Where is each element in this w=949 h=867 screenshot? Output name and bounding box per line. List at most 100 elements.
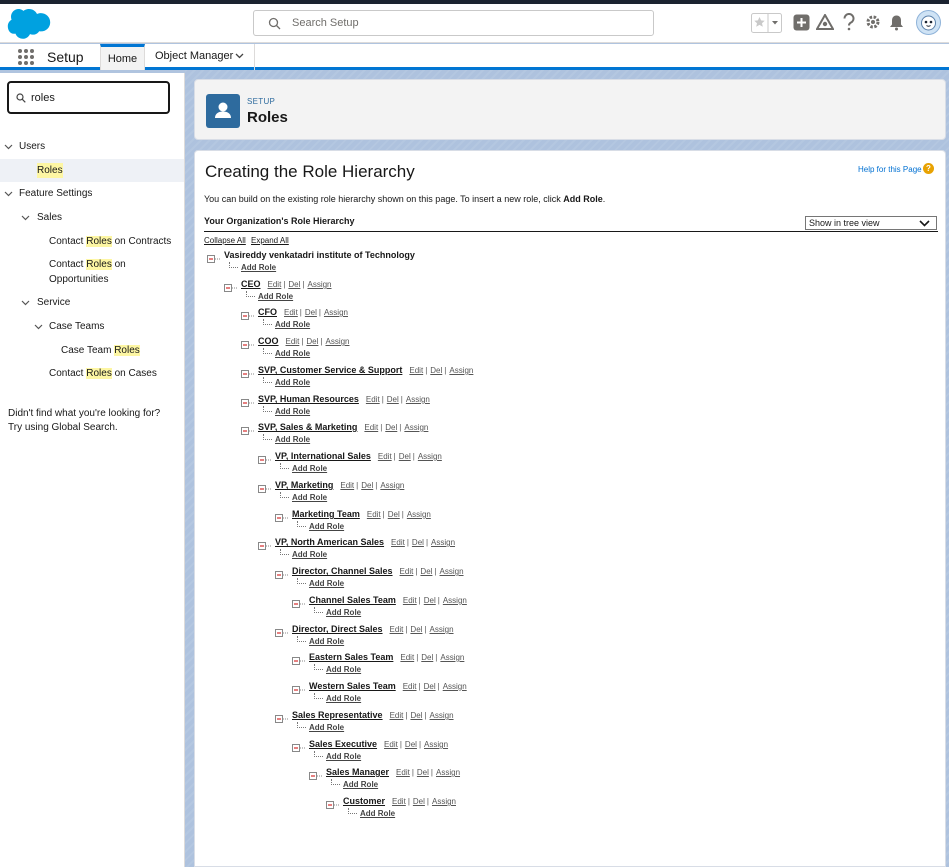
role-name-link[interactable]: Customer [343,796,385,806]
role-name-link[interactable]: Director, Channel Sales [292,566,393,576]
add-role-link[interactable]: Add Role [326,608,361,617]
add-role-link[interactable]: Add Role [275,349,310,358]
edit-link[interactable]: Edit [400,653,414,662]
collapse-toggle-icon[interactable] [275,710,289,723]
chevron-down-icon[interactable] [34,324,43,330]
assign-link[interactable]: Assign [418,452,442,461]
tab-object-manager[interactable]: Object Manager [146,44,255,70]
assign-link[interactable]: Assign [307,280,331,289]
collapse-toggle-icon[interactable] [309,767,323,780]
chevron-down-icon[interactable] [4,191,13,197]
sidebar-item-case-team-roles[interactable]: Case Team Roles [61,343,140,358]
role-name-link[interactable]: CFO [258,307,277,317]
role-name-link[interactable]: SVP, Sales & Marketing [258,422,357,432]
help-icon[interactable] [842,13,856,31]
edit-link[interactable]: Edit [384,740,398,749]
add-role-link[interactable]: Add Role [326,694,361,703]
role-name-link[interactable]: Western Sales Team [309,681,396,691]
del-link[interactable]: Del [306,337,318,346]
edit-link[interactable]: Edit [364,423,378,432]
collapse-toggle-icon[interactable] [241,394,255,407]
sidebar-item-contact-roles-cases[interactable]: Contact Roles on Cases [49,366,157,381]
assign-link[interactable]: Assign [431,538,455,547]
assign-link[interactable]: Assign [443,682,467,691]
sidebar-item-sales[interactable]: Sales [37,210,62,225]
collapse-toggle-icon[interactable] [275,509,289,522]
add-role-link[interactable]: Add Role [292,493,327,502]
add-role-link[interactable]: Add Role [292,464,327,473]
assign-link[interactable]: Assign [440,653,464,662]
role-name-link[interactable]: Marketing Team [292,509,360,519]
salesforce-logo-icon[interactable] [7,9,51,40]
collapse-toggle-icon[interactable] [241,336,255,349]
chevron-down-icon[interactable] [21,300,30,306]
help-question-icon[interactable]: ? [923,163,934,174]
assign-link[interactable]: Assign [449,366,473,375]
collapse-toggle-icon[interactable] [241,307,255,320]
favorites-star-icon[interactable] [751,13,782,33]
sidebar-item-feature-settings[interactable]: Feature Settings [19,186,92,201]
assign-link[interactable]: Assign [324,308,348,317]
del-link[interactable]: Del [421,653,433,662]
add-role-link[interactable]: Add Role [309,579,344,588]
expand-all-link[interactable]: Expand All [251,236,289,245]
del-link[interactable]: Del [424,682,436,691]
add-role-link[interactable]: Add Role [275,378,310,387]
collapse-toggle-icon[interactable] [207,250,221,263]
add-role-link[interactable]: Add Role [241,263,276,272]
add-role-link[interactable]: Add Role [326,665,361,674]
del-link[interactable]: Del [288,280,300,289]
collapse-toggle-icon[interactable] [258,480,272,493]
edit-link[interactable]: Edit [286,337,300,346]
del-link[interactable]: Del [399,452,411,461]
assign-link[interactable]: Assign [325,337,349,346]
edit-link[interactable]: Edit [390,711,404,720]
edit-link[interactable]: Edit [403,682,417,691]
add-role-link[interactable]: Add Role [309,723,344,732]
del-link[interactable]: Del [405,740,417,749]
user-avatar[interactable] [916,10,941,35]
collapse-toggle-icon[interactable] [275,566,289,579]
role-name-link[interactable]: Sales Representative [292,710,383,720]
add-role-link[interactable]: Add Role [292,550,327,559]
role-name-link[interactable]: Director, Direct Sales [292,624,383,634]
edit-link[interactable]: Edit [268,280,282,289]
sidebar-item-roles[interactable]: Roles [37,163,63,178]
chevron-down-icon[interactable] [4,144,13,150]
assign-link[interactable]: Assign [432,797,456,806]
trailhead-icon[interactable] [816,14,834,31]
del-link[interactable]: Del [305,308,317,317]
sidebar-item-roles-selected[interactable] [0,159,184,182]
assign-link[interactable]: Assign [380,481,404,490]
chevron-down-icon[interactable] [21,215,30,221]
sidebar-item-case-teams[interactable]: Case Teams [49,319,104,334]
collapse-toggle-icon[interactable] [241,422,255,435]
role-name-link[interactable]: Sales Manager [326,767,389,777]
role-name-link[interactable]: CEO [241,279,261,289]
role-name-link[interactable]: Eastern Sales Team [309,652,393,662]
assign-link[interactable]: Assign [430,711,454,720]
role-name-link[interactable]: Channel Sales Team [309,595,396,605]
role-name-link[interactable]: SVP, Customer Service & Support [258,365,402,375]
tab-home[interactable]: Home [100,44,145,70]
del-link[interactable]: Del [417,768,429,777]
assign-link[interactable]: Assign [436,768,460,777]
sidebar-item-contact-roles-opportunities[interactable]: Contact Roles on Opportunities [49,257,126,287]
edit-link[interactable]: Edit [378,452,392,461]
assign-link[interactable]: Assign [406,395,430,404]
sidebar-item-contact-roles-contracts[interactable]: Contact Roles on Contracts [49,234,171,249]
role-name-link[interactable]: VP, International Sales [275,451,371,461]
role-name-link[interactable]: Sales Executive [309,739,377,749]
role-name-link[interactable]: COO [258,336,279,346]
del-link[interactable]: Del [385,423,397,432]
add-role-link[interactable]: Add Role [326,752,361,761]
chevron-down-icon[interactable] [235,53,244,59]
del-link[interactable]: Del [420,567,432,576]
edit-link[interactable]: Edit [392,797,406,806]
role-name-link[interactable]: SVP, Human Resources [258,394,359,404]
sidebar-item-service[interactable]: Service [37,295,70,310]
edit-link[interactable]: Edit [391,538,405,547]
notifications-bell-icon[interactable] [889,14,904,31]
add-role-link[interactable]: Add Role [360,809,395,818]
add-role-link[interactable]: Add Role [309,522,344,531]
